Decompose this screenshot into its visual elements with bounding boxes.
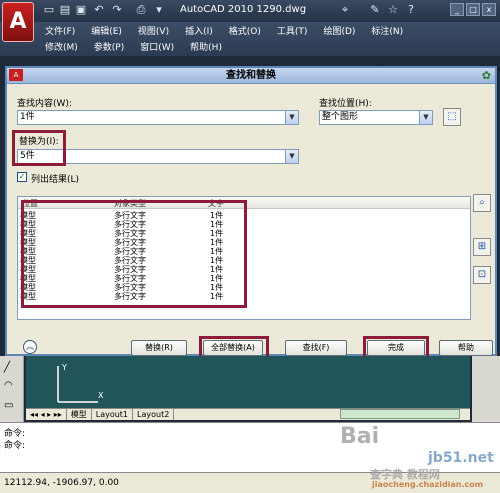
maximize-icon[interactable]: □ bbox=[466, 3, 480, 16]
print-icon[interactable]: ⎙ bbox=[134, 3, 148, 17]
menu-format[interactable]: 格式(O) bbox=[229, 24, 261, 38]
menu-file[interactable]: 文件(F) bbox=[45, 24, 75, 38]
create-selection-icon[interactable]: ⊞ bbox=[473, 238, 491, 256]
list-results-checkbox[interactable]: ✓ bbox=[17, 172, 27, 182]
find-input[interactable]: 1件 ▼ bbox=[17, 110, 299, 125]
location-label: 查找位置(H): bbox=[319, 99, 372, 109]
horizontal-scrollbar[interactable] bbox=[340, 409, 460, 419]
location-value: 整个图形 bbox=[322, 112, 359, 122]
baidu-watermark: Bai bbox=[340, 424, 380, 449]
menu-edit[interactable]: 编辑(E) bbox=[91, 24, 122, 38]
replace-button[interactable]: 替换(R) bbox=[131, 340, 187, 356]
find-replace-dialog: 查找和替换 A ✿ 查找内容(W): 1件 ▼ 查找位置(H): 整个图形 ▼ … bbox=[5, 66, 497, 360]
find-button[interactable]: 查找(F) bbox=[285, 340, 347, 356]
dialog-title: 查找和替换 bbox=[7, 68, 495, 84]
title-bar: ▭ ▤ ▣ ↶ ↷ ⎙ ▾ AutoCAD 2010 1290.dwg ⌖ ✎ … bbox=[0, 0, 500, 22]
chevron-down-icon[interactable]: ▼ bbox=[285, 150, 298, 163]
wrench-icon[interactable]: ✎ bbox=[368, 3, 382, 17]
coordinates-readout: 12112.94, -1906.97, 0.00 bbox=[4, 478, 119, 488]
find-label: 查找内容(W): bbox=[17, 99, 72, 109]
command-window[interactable]: 命令: 命令: bbox=[0, 422, 500, 472]
redo-icon[interactable]: ↷ bbox=[110, 3, 124, 17]
minimize-icon[interactable]: _ bbox=[450, 3, 464, 16]
select-all-icon[interactable]: ⊡ bbox=[473, 266, 491, 284]
highlight-results-box bbox=[21, 200, 247, 308]
menu-row-2: 修改(M) 参数(P) 窗口(W) 帮助(H) bbox=[45, 40, 222, 54]
svg-text:X: X bbox=[98, 391, 104, 400]
highlight-replace-box bbox=[12, 130, 66, 166]
new-file-icon[interactable]: ▭ bbox=[42, 3, 56, 17]
command-line-2: 命令: bbox=[4, 441, 26, 451]
list-results-label: 列出结果(L) bbox=[31, 175, 80, 185]
site-watermark: jb51.net bbox=[428, 450, 494, 466]
svg-text:Y: Y bbox=[61, 363, 67, 372]
star-icon[interactable]: ☆ bbox=[386, 3, 400, 17]
save-icon[interactable]: ▣ bbox=[74, 3, 88, 17]
menu-tools[interactable]: 工具(T) bbox=[277, 24, 308, 38]
dropdown-icon[interactable]: ▾ bbox=[152, 3, 166, 17]
tab-model[interactable]: 模型 bbox=[67, 409, 92, 420]
chevron-down-icon[interactable]: ▼ bbox=[285, 111, 298, 124]
location-select[interactable]: 整个图形 ▼ bbox=[319, 110, 433, 125]
window-controls: _ □ x bbox=[450, 3, 496, 16]
zoom-to-icon[interactable]: ⌕ bbox=[473, 194, 491, 212]
window-title: AutoCAD 2010 1290.dwg bbox=[180, 4, 307, 15]
collapse-icon[interactable]: ︽ bbox=[23, 340, 37, 354]
menu-insert[interactable]: 插入(I) bbox=[185, 24, 213, 38]
chevron-down-icon[interactable]: ▼ bbox=[419, 111, 432, 124]
drawing-canvas[interactable]: X Y bbox=[26, 356, 470, 408]
tab-layout1[interactable]: Layout1 bbox=[92, 409, 134, 420]
menu-dimension[interactable]: 标注(N) bbox=[371, 24, 403, 38]
left-toolbar: ╱ ◠ ▭ bbox=[0, 356, 24, 426]
menu-row-1: 文件(F) 编辑(E) 视图(V) 插入(I) 格式(O) 工具(T) 绘图(D… bbox=[45, 24, 403, 38]
menu-modify[interactable]: 修改(M) bbox=[45, 40, 78, 54]
help-icon[interactable]: ? bbox=[404, 3, 418, 17]
autocad-icon: A bbox=[9, 69, 23, 81]
binoculars-icon[interactable]: ⌖ bbox=[338, 3, 352, 17]
app-logo[interactable]: A bbox=[2, 2, 34, 42]
rectangle-tool-icon[interactable]: ▭ bbox=[4, 400, 13, 411]
vertical-scrollbar[interactable] bbox=[472, 356, 500, 426]
url-watermark: jiaocheng.chazidian.com bbox=[372, 480, 484, 489]
help-button[interactable]: 帮助 bbox=[439, 340, 493, 356]
open-icon[interactable]: ▤ bbox=[58, 3, 72, 17]
close-icon[interactable]: x bbox=[482, 3, 496, 16]
menu-parameter[interactable]: 参数(P) bbox=[94, 40, 124, 54]
tab-nav-icon[interactable]: ◂◂ ◂ ▸ ▸▸ bbox=[26, 409, 67, 420]
menu-view[interactable]: 视图(V) bbox=[138, 24, 169, 38]
menu-window[interactable]: 窗口(W) bbox=[140, 40, 174, 54]
ucs-icon: X Y bbox=[57, 363, 104, 403]
select-objects-icon[interactable]: ⬚ bbox=[443, 108, 461, 126]
tab-layout2[interactable]: Layout2 bbox=[133, 409, 175, 420]
undo-icon[interactable]: ↶ bbox=[92, 3, 106, 17]
arc-tool-icon[interactable]: ◠ bbox=[4, 380, 13, 391]
line-tool-icon[interactable]: ╱ bbox=[4, 362, 10, 373]
menu-draw[interactable]: 绘图(D) bbox=[323, 24, 355, 38]
find-value: 1件 bbox=[20, 112, 35, 122]
close-icon[interactable]: ✿ bbox=[482, 69, 491, 82]
menu-help[interactable]: 帮助(H) bbox=[190, 40, 222, 54]
